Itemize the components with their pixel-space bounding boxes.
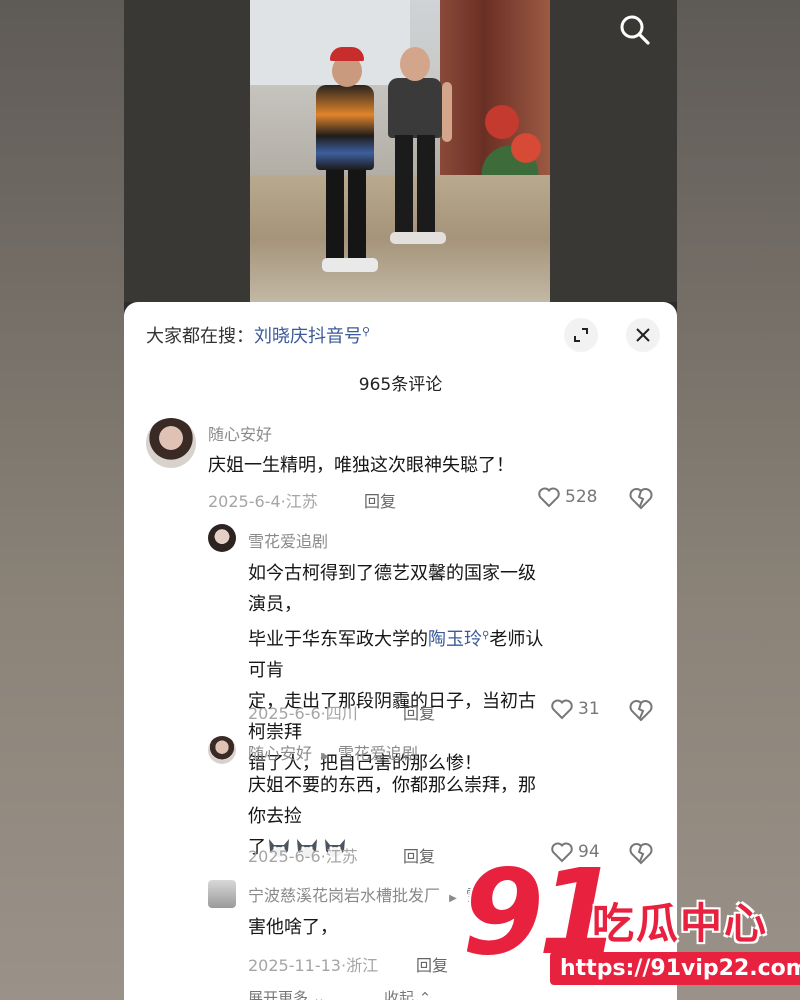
reply-button[interactable]: 回复 — [364, 488, 396, 512]
collapse-replies[interactable]: 收起 ⌃ — [384, 987, 431, 1000]
heart-icon — [538, 487, 560, 508]
hot-search-bar[interactable]: 大家都在搜：刘晓庆抖音号⚲ — [146, 322, 370, 348]
comment-username[interactable]: 随心安好 — [208, 421, 272, 445]
blurred-background-right — [676, 0, 800, 1000]
projection-screen — [250, 0, 410, 85]
chevron-up-icon: ⌃ — [414, 989, 432, 1000]
like-button[interactable]: 31 — [550, 698, 600, 720]
reply-date-location: 2025-6-6·四川 — [248, 704, 358, 723]
watermark-title: 吃瓜中心 — [592, 899, 769, 948]
avatar[interactable] — [146, 418, 196, 468]
like-count: 31 — [578, 699, 600, 719]
reply-username[interactable]: 雪花爱追剧 — [248, 528, 328, 552]
reply-date-location: 2025-11-13·浙江 — [248, 956, 379, 975]
hot-search-prefix: 大家都在搜： — [146, 326, 254, 347]
comment-count: 965条评论 — [358, 375, 443, 395]
person-right — [388, 78, 442, 138]
search-icon[interactable] — [617, 12, 653, 48]
like-button[interactable]: 528 — [537, 486, 597, 508]
chevron-down-icon: ⌄ — [308, 989, 326, 1000]
dislike-icon[interactable] — [628, 486, 654, 514]
reply-to-username[interactable]: 雪花爱追剧 — [338, 744, 418, 763]
reply-button[interactable]: 回复 — [403, 700, 435, 724]
mention-link[interactable]: 陶玉玲 — [428, 629, 482, 650]
comment-date-location: 2025-6-4·江苏 — [208, 492, 318, 511]
comment-text: 庆姐一生精明，唯独这次眼神失聪了！ — [208, 455, 514, 476]
video-frame — [250, 0, 550, 302]
search-mini-icon: ⚲ — [362, 325, 371, 338]
close-icon[interactable] — [626, 318, 660, 352]
dislike-icon[interactable] — [628, 698, 654, 726]
avatar[interactable] — [208, 524, 236, 552]
video-player[interactable] — [124, 0, 677, 302]
heart-icon — [551, 699, 573, 720]
reply-username[interactable]: 宁波慈溪花岗岩水槽批发厂 ▶ 雪 — [248, 882, 482, 906]
reply-button[interactable]: 回复 — [403, 843, 435, 867]
avatar[interactable] — [208, 736, 236, 764]
reply-to-arrow-icon: ▶ — [449, 893, 457, 904]
watermark-url: https://91vip22.com — [550, 952, 800, 985]
expand-icon[interactable] — [564, 318, 598, 352]
expand-more-replies[interactable]: 展开更多 ⌄ — [248, 987, 325, 1000]
avatar[interactable] — [208, 880, 236, 908]
hot-search-keyword[interactable]: 刘晓庆抖音号 — [254, 326, 362, 347]
like-count: 528 — [565, 487, 598, 507]
watermark: 91 吃瓜中心 https://91vip22.com — [462, 852, 800, 992]
reply-date-location: 2025-6-6·江苏 — [248, 847, 358, 866]
reply-username[interactable]: 随心安好 ▶ 雪花爱追剧 — [248, 740, 418, 764]
reply-text: 害他啥了， — [248, 917, 338, 938]
blurred-background-left — [0, 0, 124, 1000]
reply-to-arrow-icon: ▶ — [321, 751, 329, 762]
reply-button[interactable]: 回复 — [416, 952, 448, 976]
person-left — [316, 85, 374, 170]
